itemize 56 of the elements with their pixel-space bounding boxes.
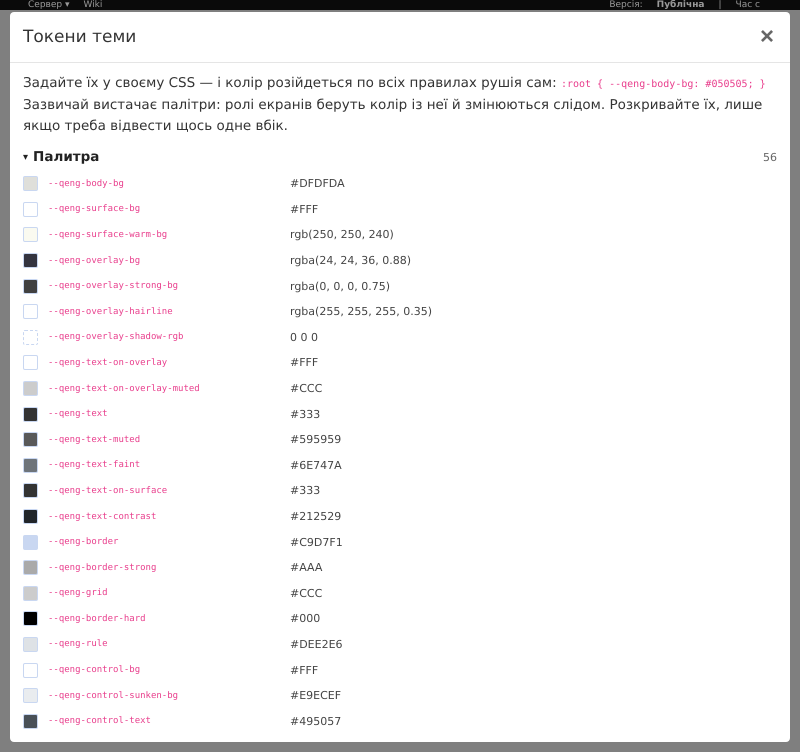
token-value: #E9ECEF xyxy=(290,689,342,702)
token-value: #6E747A xyxy=(290,458,342,472)
token-name: --qeng-text-on-surface xyxy=(48,486,168,496)
background-text: Публічна xyxy=(656,0,704,10)
token-value: rgba(24, 24, 36, 0.88) xyxy=(290,254,412,268)
token-value: #333 xyxy=(290,484,320,498)
token-name: --qeng-text-muted xyxy=(48,434,140,445)
token-value: 0 0 0 xyxy=(290,330,318,344)
token-value: #FFF xyxy=(290,202,318,216)
token-name: --qeng-rule xyxy=(48,639,108,650)
background-text: Час с xyxy=(736,0,760,10)
token-value: rgba(255, 255, 255, 0.35) xyxy=(290,305,432,318)
token-value: #212529 xyxy=(290,510,342,524)
token-value: rgba(0, 0, 0, 0.75) xyxy=(290,280,390,293)
token-name: --qeng-border-strong xyxy=(48,562,156,573)
token-count: 56 xyxy=(763,150,777,164)
token-name: --qeng-text xyxy=(48,409,108,420)
token-value: #495057 xyxy=(290,714,342,728)
token-name: --qeng-surface-warm-bg xyxy=(48,230,168,240)
token-name: --qeng-body-bg xyxy=(48,178,124,189)
token-name: --qeng-text-contrast xyxy=(48,512,156,522)
token-name: --qeng-overlay-strong-bg xyxy=(48,281,178,292)
token-name: --qeng-overlay-shadow-rgb xyxy=(48,332,184,342)
note-text: Зазвичай вистачає палітри: ролі екранів беруть колір із неї й змінюються слідом. Розкривайте їх, лише якщо треба відвести щось одне вбік. xyxy=(23,96,764,136)
background-text: | xyxy=(718,0,722,10)
token-value: #CCC xyxy=(290,586,322,600)
token-name: --qeng-control-sunken-bg xyxy=(48,690,178,701)
token-name: --qeng-overlay-hairline xyxy=(48,306,173,317)
token-value: #DFDFDA xyxy=(290,177,345,190)
token-value: #C9D7F1 xyxy=(290,536,343,549)
token-value: #CCC xyxy=(290,382,322,396)
token-value: #FFF xyxy=(290,356,318,370)
token-value: #595959 xyxy=(290,433,342,446)
token-name: --qeng-border xyxy=(48,537,118,548)
token-value: #000 xyxy=(290,612,320,626)
token-value: #AAA xyxy=(290,561,322,574)
token-name: --qeng-text-on-overlay-muted xyxy=(48,384,200,394)
token-name: --qeng-grid xyxy=(48,588,108,598)
token-name: --qeng-text-on-overlay xyxy=(48,358,168,368)
token-value: #333 xyxy=(290,408,320,421)
token-value: #FFF xyxy=(290,664,318,677)
token-name: --qeng-control-text xyxy=(48,716,151,726)
token-name: --qeng-surface-bg xyxy=(48,204,140,214)
empty-swatch xyxy=(23,330,38,345)
background-text: Версія: xyxy=(609,0,643,10)
token-name: --qeng-text-faint xyxy=(48,460,140,470)
dialog-title: Токени теми xyxy=(23,27,136,47)
intro-text: Задайте їх у своєму CSS — і колір розійдеться по всіх правилах рушія сам: xyxy=(23,75,557,91)
token-name: --qeng-border-hard xyxy=(48,614,146,624)
close-button[interactable]: × xyxy=(758,25,776,49)
section-toggle[interactable]: ▾ Палитра xyxy=(23,149,100,165)
token-name: --qeng-overlay-bg xyxy=(48,256,140,266)
code-snippet: :root { --qeng-body-bg: #050505; } xyxy=(560,79,766,90)
token-value: #DEE2E6 xyxy=(290,638,343,651)
token-name: --qeng-control-bg xyxy=(48,665,140,676)
token-value: rgb(250, 250, 240) xyxy=(290,228,394,242)
